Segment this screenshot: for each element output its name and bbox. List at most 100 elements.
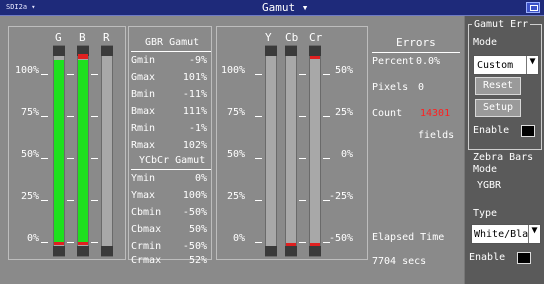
reset-button[interactable]: Reset [475,77,521,95]
y-scale-75: 75% [227,107,246,118]
g-bar-red-marker [54,242,64,245]
ycbcr-row-value: 52% [188,255,207,266]
c-scale-neg50: -50% [329,233,354,244]
gbr-tick [67,116,74,117]
setup-button-label: Setup [482,102,514,113]
r-bar-cap [101,46,113,56]
gbr-scale-100: 100% [15,65,40,76]
ycbcr-row-value: 50% [188,224,207,235]
pixels-value: 0 [418,82,425,93]
cb-level-bar [285,45,297,257]
y-bar-cap [265,246,277,256]
percent-value: 0.0% [416,56,441,67]
b-bar-fill [78,60,88,242]
gbr-row-value: -9% [188,55,207,66]
ycbcr-gamut-title: YCbCr Gamut [139,155,206,166]
ycbcr-tick [323,242,330,243]
ycbcr-tick [323,116,330,117]
count-label: Count [372,108,403,119]
ycbcr-row-value: -50% [182,241,207,252]
gbr-col-g: G [55,31,62,44]
b-level-bar [77,45,89,257]
ycbcr-row-label: Ymin [131,173,156,184]
gbr-tick [91,74,98,75]
gbr-row-label: Bmax [131,106,156,117]
ycbcr-col-cb: Cb [285,31,299,44]
ycbcr-tick [255,242,262,243]
errors-title: Errors [396,36,436,49]
g-level-bar [53,45,65,257]
ycbcr-col-y: Y [265,31,272,44]
gbr-tick [91,116,98,117]
gbr-tick [67,242,74,243]
c-scale-neg25: -25% [329,191,354,202]
ycbcr-tick [255,116,262,117]
g-bar-fill [54,60,64,242]
window-restore-icon[interactable] [526,2,540,13]
ycbcr-row-value: -50% [182,207,207,218]
gbr-tick [41,200,48,201]
cr-bar-cap [309,246,321,256]
g-bar-cap [53,246,65,256]
gbr-gamut-underline [131,51,211,52]
cr-bar-cap [309,46,321,56]
ycbcr-row-value: 0% [194,173,207,184]
gbr-meter-panel: G B R 100% 75% 50% 25% 0% [8,26,126,260]
type-dropdown-value: White/Bla [474,229,529,240]
gbr-tick [67,158,74,159]
mode-dropdown[interactable]: Custom ▼ [473,55,539,75]
cb-bar-cap [285,46,297,56]
zebra-enable-checkbox[interactable] [517,252,531,264]
ycbcr-tick [299,158,306,159]
b-bar-red-marker [78,242,88,245]
b-bar-red-marker [78,54,88,59]
y-level-bar [265,45,277,257]
ycbcr-row-label: Crmin [131,241,162,252]
gbr-tick [41,116,48,117]
c-scale-25: 25% [335,107,354,118]
gbr-row-label: Rmax [131,140,156,151]
mode-label: Mode [473,37,498,48]
reset-button-label: Reset [482,80,514,91]
y-scale-0: 0% [233,233,246,244]
ycbcr-col-cr: Cr [309,31,323,44]
g-bar-cap [53,46,65,56]
b-bar-cap [77,246,89,256]
setup-button[interactable]: Setup [475,99,521,117]
ycbcr-tick [299,116,306,117]
ycbcr-row-label: Ymax [131,190,156,201]
ycbcr-meter-panel: Y Cb Cr 100% 75% 50% 25% 0% 50% 25% 0% -… [216,26,368,260]
gbr-tick [41,74,48,75]
gbr-tick [91,200,98,201]
c-scale-0: 0% [341,149,354,160]
window-title[interactable]: Gamut ▾ [262,1,308,14]
y-scale-100: 100% [221,65,246,76]
zebra-enable-label: Enable [469,252,506,263]
errors-section: Errors Percent 0.0% Pixels 0 Count 14301… [372,26,462,267]
gbr-row-value: -11% [182,89,207,100]
ycbcr-tick [323,158,330,159]
ycbcr-gamut-underline [131,169,211,170]
gbr-row-value: 102% [182,140,207,151]
ycbcr-tick [299,74,306,75]
title-bar: SDI2a ▾ Gamut ▾ [0,0,544,16]
source-selector[interactable]: SDI2a ▾ [6,3,36,11]
type-dropdown[interactable]: White/Bla ▼ [471,224,541,244]
gbr-scale-25: 25% [21,191,40,202]
gbr-gamut-title: GBR Gamut [145,37,200,48]
side-panel: Gamut Err Mode Custom ▼ Reset Setup Enab… [464,16,544,284]
cr-bar-red-marker [310,56,320,59]
gbr-row-label: Gmin [131,55,156,66]
gbr-scale-0: 0% [27,233,40,244]
count-unit: fields [418,130,455,141]
gamut-enable-checkbox[interactable] [521,125,535,137]
gamut-err-group: Gamut Err Mode Custom ▼ Reset Setup Enab… [468,19,542,150]
zebra-mode-label: Mode [473,164,498,175]
main-area: G B R 100% 75% 50% 25% 0% GBR Gamut Gmin… [0,16,464,284]
ycbcr-row-label: Cbmax [131,224,162,235]
gbr-col-b: B [79,31,86,44]
gbr-scale-75: 75% [21,107,40,118]
gbr-tick [67,74,74,75]
c-scale-50: 50% [335,65,354,76]
cr-level-bar [309,45,321,257]
